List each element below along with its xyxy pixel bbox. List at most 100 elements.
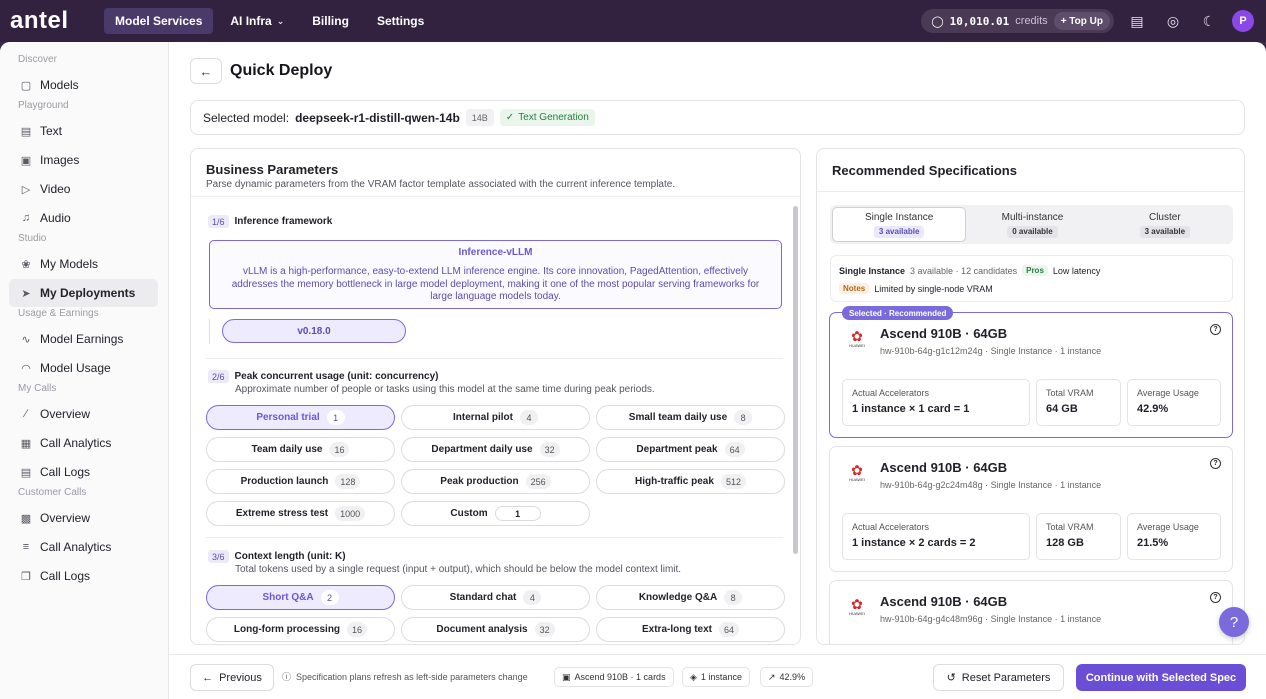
scrollbar[interactable] [793,206,798,554]
metric-value: 1 instance × 2 cards = 2 [852,537,976,549]
option-extra-long-text[interactable]: Extra-long text 64 [596,617,785,642]
continue-button[interactable]: Continue with Selected Spec [1076,664,1246,691]
option-small-team[interactable]: Small team daily use 8 [596,405,785,430]
option-production-launch[interactable]: Production launch 128 [206,469,395,494]
sidebar-item-text[interactable]: ▤ Text [9,117,158,145]
sidebar-item-my-deployments[interactable]: ➤ My Deployments [9,279,158,307]
option-personal-trial[interactable]: Personal trial 1 [206,405,395,430]
metric-usage: Average Usage 21.5% [1127,513,1221,560]
option-peak-production[interactable]: Peak production 256 [401,469,590,494]
tab-single-instance[interactable]: Single Instance 3 available [832,207,967,242]
option-long-form[interactable]: Long-form processing 16 [206,617,395,642]
custom-concurrency-input[interactable]: 1 [494,506,541,521]
sidebar-item-label: Call Analytics [40,540,112,554]
model-task-label: Text Generation [518,112,589,123]
copy-icon: ❐ [21,570,31,583]
sidebar-group-label: Playground [18,100,69,111]
nav-label: Billing [312,14,349,28]
tab-badge: 3 available [873,225,925,238]
sidebar-item-label: Audio [40,211,71,225]
option-extreme-stress-test[interactable]: Extreme stress test 1000 [206,501,395,526]
sidebar-item-images[interactable]: ▣ Images [9,146,158,174]
option-value: 1 [326,410,345,425]
sidebar-item-my-models[interactable]: ❀ My Models [9,250,158,278]
version-pill[interactable]: v0.18.0 [222,319,406,343]
globe-icon[interactable]: ◎ [1160,8,1186,34]
moon-icon[interactable]: ☾ [1196,8,1222,34]
option-department-daily[interactable]: Department daily use 32 [401,437,590,462]
top-right-controls: ◯ 10,010.01 credits + Top Up ▤ ◎ ☾ P [921,0,1254,42]
sidebar-item-model-earnings[interactable]: ∿ Model Earnings [9,325,158,353]
option-department-peak[interactable]: Department peak 64 [596,437,785,462]
spec-title: Ascend 910B · 64GB [880,594,1008,609]
tab-label: Multi-instance [1001,211,1064,223]
nav-model-services[interactable]: Model Services [104,8,214,34]
top-nav: Model Services AI Infra ⌄ Billing Setting… [104,8,435,34]
help-icon[interactable]: ? [1210,458,1221,469]
previous-button[interactable]: ← Previous [190,664,274,691]
tab-badge: 3 available [1139,225,1191,238]
sidebar-item-my-calls-analytics[interactable]: ▦ Call Analytics [9,429,158,457]
option-internal-pilot[interactable]: Internal pilot 4 [401,405,590,430]
step-badge: 3/6 [208,550,229,563]
section-framework-header: 1/6 Inference framework [208,215,332,228]
box-icon: ◈ [690,671,697,682]
reset-parameters-button[interactable]: ↺ Reset Parameters [933,664,1064,691]
nav-billing[interactable]: Billing [301,8,360,34]
option-value: 16 [347,622,368,637]
section-divider [206,537,783,538]
option-team-daily[interactable]: Team daily use 16 [206,437,395,462]
metric-accelerators: Actual Accelerators 1 instance × 2 cards … [842,513,1030,560]
option-value: 2 [320,590,339,605]
option-standard-chat[interactable]: Standard chat 4 [401,585,590,610]
help-fab-icon[interactable]: ? [1219,607,1249,637]
tab-cluster[interactable]: Cluster 3 available [1099,207,1231,242]
selected-model-label: Selected model: [203,110,290,125]
summary-chip-instances: ◈ 1 instance [682,667,750,687]
sidebar-item-customer-analytics[interactable]: ≡ Call Analytics [9,533,158,561]
sidebar-item-models[interactable]: ▢ Models [9,71,158,99]
spec-card[interactable]: Selected · Recommended ✿ HUAWEI Ascend 91… [829,306,1233,438]
sidebar-item-label: Models [40,78,79,92]
credits-label: credits [1015,15,1048,27]
back-button[interactable]: ← [190,58,222,84]
option-high-traffic-peak[interactable]: High-traffic peak 512 [596,469,785,494]
top-up-button[interactable]: + Top Up [1053,12,1110,30]
sidebar-item-audio[interactable]: ♫ Audio [9,204,158,232]
option-document-analysis[interactable]: Document analysis 32 [401,617,590,642]
business-parameters-body[interactable]: 1/6 Inference framework Inference-vLLM vL… [191,198,791,644]
nav-ai-infra[interactable]: AI Infra ⌄ [219,8,295,34]
chip-label: Ascend 910B · 1 cards [574,672,666,682]
sidebar-item-my-calls-overview[interactable]: ∕ Overview [9,400,158,428]
sidebar-group-label: Studio [18,233,47,244]
option-custom[interactable]: Custom 1 [401,501,590,526]
option-short-qa[interactable]: Short Q&A 2 [206,585,395,610]
brand-logo[interactable]: antel [0,0,90,42]
metric-vram: Total VRAM 64 GB [1036,379,1121,426]
sidebar-item-model-usage[interactable]: ◠ Model Usage [9,354,158,382]
nav-settings[interactable]: Settings [366,8,435,34]
section-title: Peak concurrent usage (unit: concurrency… [234,371,439,382]
metric-label: Average Usage [1137,388,1199,398]
book-icon[interactable]: ▤ [1124,8,1150,34]
sidebar-item-video[interactable]: ▷ Video [9,175,158,203]
sidebar-item-my-calls-logs[interactable]: ▤ Call Logs [9,458,158,486]
option-value: 1000 [335,506,366,521]
refresh-note: ⓘ Specification plans refresh as left-sid… [282,670,528,683]
tab-multi-instance[interactable]: Multi-instance 0 available [966,207,1098,242]
pros-text: Low latency [1052,265,1101,276]
avatar[interactable]: P [1232,10,1254,32]
option-label: Extreme stress test [235,508,329,519]
sidebar-item-customer-logs[interactable]: ❐ Call Logs [9,562,158,590]
check-circle-icon: ✓ [505,112,515,123]
help-icon[interactable]: ? [1210,324,1221,335]
sidebar-item-customer-overview[interactable]: ▩ Overview [9,504,158,532]
help-icon[interactable]: ? [1210,592,1221,603]
chevron-down-icon: ⌄ [276,15,285,26]
spec-card[interactable]: ✿ HUAWEI Ascend 910B · 64GB hw-910b-64g-g… [829,580,1233,644]
option-knowledge-qa[interactable]: Knowledge Q&A 8 [596,585,785,610]
mode-info-box: Single Instance 3 available · 12 candida… [830,255,1233,302]
spec-card[interactable]: ✿ HUAWEI Ascend 910B · 64GB hw-910b-64g-g… [829,446,1233,572]
framework-card-vllm[interactable]: Inference-vLLM vLLM is a high-performanc… [209,240,782,309]
section-title: Inference framework [234,216,333,227]
